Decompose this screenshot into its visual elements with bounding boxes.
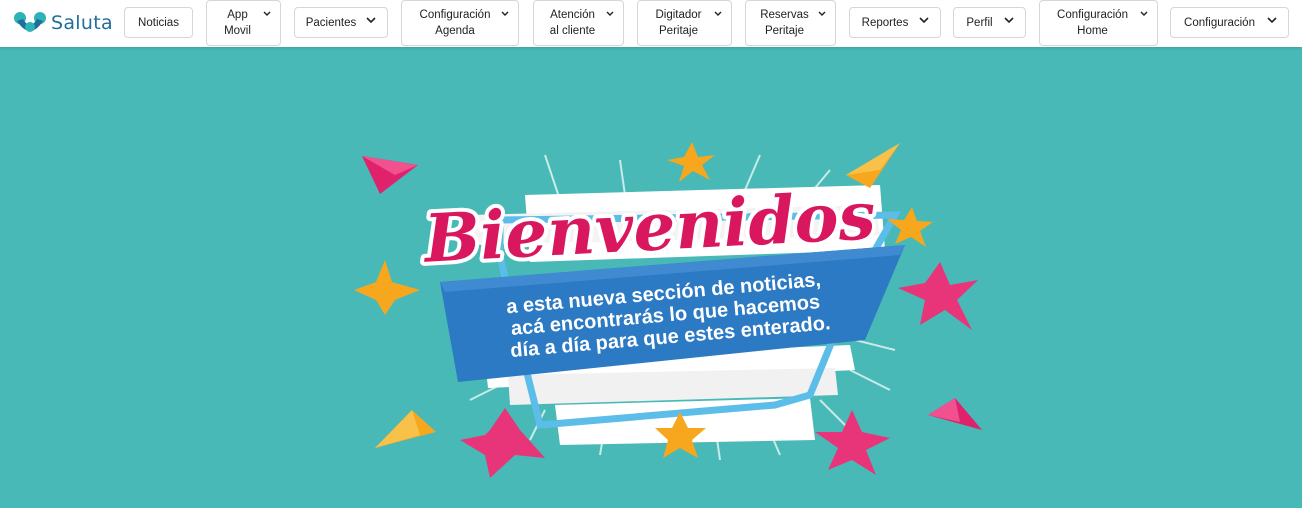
welcome-banner: a esta nueva sección de noticias, acá en…: [0, 47, 1302, 508]
nav-atencion-cliente[interactable]: Atención al cliente: [533, 0, 624, 46]
nav-app-movil-line2: Movil: [224, 25, 251, 37]
chevron-down-icon: [919, 17, 929, 24]
nav-atencion-line1: Atención: [550, 9, 595, 21]
nav-digitador-line1: Digitador: [655, 9, 702, 21]
welcome-illustration: a esta nueva sección de noticias, acá en…: [354, 142, 982, 478]
nav-configuracion-label: Configuración: [1184, 16, 1255, 29]
nav-digitador-line2: Peritaje: [659, 25, 698, 37]
nav-reservas-line2: Peritaje: [764, 25, 804, 37]
nav-config-agenda-line2: Agenda: [435, 25, 475, 37]
top-navbar: Saluta Noticias App Movil Pacientes Conf…: [0, 0, 1302, 47]
nav-pacientes[interactable]: Pacientes: [294, 7, 388, 38]
chevron-down-icon: [1004, 17, 1014, 24]
nav-reservas-peritaje[interactable]: Reservas Peritaje: [745, 0, 836, 46]
nav-configuracion-home[interactable]: Configuración Home: [1039, 0, 1158, 46]
nav-noticias-label: Noticias: [138, 16, 179, 29]
chevron-down-icon: [1267, 17, 1277, 24]
star-icon: [898, 262, 978, 330]
nav-app-movil-line1: App: [227, 9, 248, 21]
nav-perfil[interactable]: Perfil: [953, 7, 1026, 38]
star-icon: [815, 410, 890, 475]
chevron-down-icon: [501, 11, 509, 16]
nav-config-home-line2: Home: [1077, 25, 1108, 37]
nav-reportes[interactable]: Reportes: [849, 7, 941, 38]
app-name: Saluta: [51, 12, 113, 34]
nav-app-movil[interactable]: App Movil: [206, 0, 281, 46]
nav-config-agenda-line1: Configuración: [419, 9, 491, 21]
nav-reportes-label: Reportes: [861, 16, 909, 29]
saluta-logo[interactable]: Saluta: [13, 9, 113, 37]
nav-atencion-line2: al cliente: [549, 25, 596, 37]
nav-pacientes-label: Pacientes: [305, 16, 357, 29]
star-icon: [460, 408, 545, 478]
chevron-down-icon: [606, 11, 614, 16]
chevron-down-icon: [1140, 11, 1148, 16]
chevron-down-icon: [366, 17, 376, 24]
nav-digitador-peritaje[interactable]: Digitador Peritaje: [637, 0, 732, 46]
nav-configuracion-agenda[interactable]: Configuración Agenda: [401, 0, 519, 46]
nav-reservas-line1: Reservas: [760, 9, 809, 21]
chevron-down-icon: [263, 11, 271, 16]
nav-perfil-label: Perfil: [966, 16, 993, 29]
nav-configuracion[interactable]: Configuración: [1170, 7, 1289, 38]
chevron-down-icon: [818, 11, 826, 16]
nav-noticias[interactable]: Noticias: [124, 7, 193, 38]
chevron-down-icon: [714, 11, 722, 16]
star-icon: [354, 260, 420, 315]
nav-config-home-line1: Configuración: [1057, 9, 1128, 21]
saluta-logo-icon: [14, 12, 46, 32]
star-icon: [667, 142, 715, 182]
